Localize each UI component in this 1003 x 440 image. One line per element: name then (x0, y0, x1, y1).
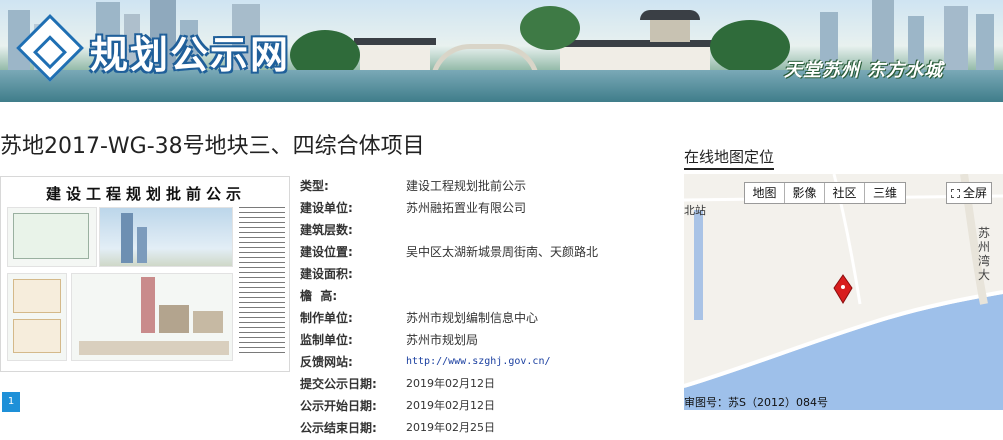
info-label: 建设面积: (300, 267, 353, 281)
lake-shape (684, 294, 1003, 410)
pagination-page-1[interactable]: 1 (2, 392, 20, 412)
banner-slogan: 天堂苏州 东方水城 (784, 60, 944, 81)
header-banner: 规划公示网 天堂苏州 东方水城 (0, 0, 1003, 102)
info-label: 建设单位: (300, 201, 353, 215)
elevation-building (193, 311, 223, 333)
floor-plan-drawing (13, 319, 61, 353)
info-value: 苏州市规划编制信息中心 (406, 311, 539, 325)
info-label: 提交公示日期: (300, 377, 377, 391)
roof (556, 40, 716, 47)
info-label: 制作单位: (300, 311, 353, 325)
map-place-label: 北站 (684, 204, 706, 217)
elevation-building (159, 305, 189, 333)
skyline-building (944, 6, 968, 72)
tree (520, 6, 580, 50)
info-label: 类型: (300, 179, 329, 193)
online-map[interactable]: 北站 苏州湾大 地图 影像 社区 三维 全屏 审图号：苏S（2012）084号 (684, 174, 1003, 410)
info-label: 公示结束日期: (300, 421, 377, 435)
info-value: 2019年02月25日 (406, 421, 495, 434)
info-label: 公示开始日期: (300, 399, 377, 413)
map-type-switcher: 地图 影像 社区 三维 (744, 182, 906, 204)
info-label: 监制单位: (300, 333, 353, 347)
info-value: 苏州市规划局 (406, 333, 479, 347)
fullscreen-button[interactable]: 全屏 (946, 182, 993, 204)
info-label: 建筑层数: (300, 223, 353, 237)
info-value: 建设工程规划批前公示 (406, 179, 527, 193)
location-marker-icon[interactable] (832, 274, 854, 304)
rendering-thumbnail (99, 207, 233, 267)
map-type-3d-button[interactable]: 三维 (865, 183, 905, 203)
info-value: 2019年02月12日 (406, 377, 495, 390)
canal (694, 210, 703, 320)
rendered-tower (137, 227, 147, 263)
board-title: 建设工程规划批前公示 (45, 185, 246, 203)
map-type-map-button[interactable]: 地图 (745, 183, 785, 203)
info-label: 檐 高: (300, 289, 338, 303)
info-value: 吴中区太湖新城景周街南、天颜路北 (406, 245, 599, 259)
publicity-board-image[interactable]: 建设工程规划批前公示 (0, 176, 290, 372)
info-value: 苏州融拓置业有限公司 (406, 201, 527, 215)
white-wall (360, 44, 430, 72)
fullscreen-label: 全屏 (963, 186, 988, 200)
marker-dot (841, 285, 845, 289)
section-strip (79, 341, 229, 355)
page: 规划公示网 天堂苏州 东方水城 苏地2017-WG-38号地块三、四综合体项目 … (0, 0, 1003, 440)
info-value: 2019年02月12日 (406, 399, 495, 412)
page-title: 苏地2017-WG-38号地块三、四综合体项目 (0, 134, 425, 159)
site-plan-drawing (13, 213, 89, 259)
feedback-website-link[interactable]: http://www.szghj.gov.cn/ (406, 352, 551, 372)
site-logo-text: 规划公示网 (90, 32, 291, 77)
tree (710, 20, 790, 74)
rendered-tower (121, 213, 133, 263)
skyline-building (976, 14, 994, 72)
map-type-community-button[interactable]: 社区 (825, 183, 865, 203)
map-heading: 在线地图定位 (684, 146, 775, 170)
info-label: 反馈网站: (300, 355, 353, 369)
roof (354, 38, 436, 45)
info-label: 建设位置: (300, 245, 353, 259)
elevation-tower (141, 277, 155, 333)
board-text-column (239, 207, 285, 357)
pavilion (650, 20, 690, 42)
map-road-label: 苏州湾大 (978, 226, 991, 282)
white-wall (560, 46, 710, 70)
pavilion-roof (640, 10, 700, 20)
fullscreen-icon (951, 189, 960, 198)
floor-plan-drawing (13, 279, 61, 313)
map-copyright: 审图号：苏S（2012）084号 (684, 396, 828, 409)
map-type-satellite-button[interactable]: 影像 (785, 183, 825, 203)
